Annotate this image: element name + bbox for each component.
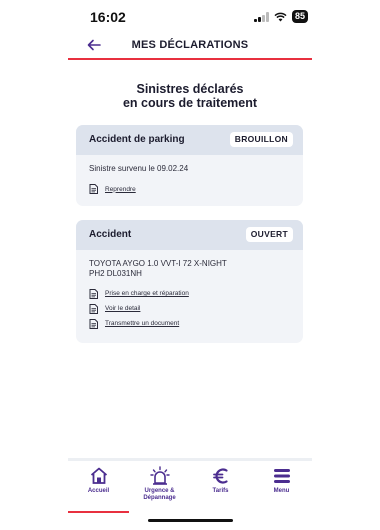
battery-icon: 85 (291, 10, 308, 23)
nav-label-tarifs: Tarifs (212, 488, 229, 494)
home-icon (90, 467, 107, 484)
euro-icon (212, 468, 228, 484)
claim-date-text: Sinistre survenu le 09.02.24 (89, 164, 189, 173)
signal-icon (254, 11, 269, 22)
nav-item-urgence[interactable]: Urgence & Dépannage (129, 466, 190, 502)
card-header: Accident de parking BROUILLON (76, 125, 303, 155)
send-document-link[interactable]: Transmettre un document (89, 316, 290, 331)
card-title: Accident (89, 229, 132, 240)
section-title-line2: en cours de traitement (122, 96, 258, 110)
details-link-label[interactable]: Voir le detail (105, 305, 140, 312)
section-title-line1: Sinistres déclarés (136, 82, 244, 96)
vehicle-model: TOYOTA AYGO 1.0 VVT-I 72 X-NIGHT (89, 259, 227, 268)
resume-link-label[interactable]: Reprendre (105, 186, 136, 193)
nav-item-menu[interactable]: Menu (251, 466, 312, 495)
nav-label-urgence-line2: Dépannage (143, 495, 176, 501)
emergency-icon (149, 466, 170, 485)
resume-link[interactable]: Reprendre (89, 182, 290, 197)
bottom-nav: Accueil Urgence & Dépannage Tarifs Menu (68, 458, 312, 518)
document-icon (89, 184, 98, 194)
document-icon (89, 288, 98, 299)
page-title: MES DÉCLARATIONS (131, 39, 249, 51)
status-badge: BROUILLON (229, 132, 293, 147)
nav-label-urgence: Urgence & Dépannage (129, 488, 190, 502)
wifi-icon (274, 12, 287, 21)
status-bar: 16:02 85 (0, 0, 380, 34)
status-badge: OUVERT (245, 227, 293, 242)
card-title: Accident de parking (89, 134, 185, 145)
status-time: 16:02 (90, 9, 126, 25)
menu-icon (273, 469, 290, 483)
nav-item-accueil[interactable]: Accueil (68, 466, 129, 513)
active-tab-indicator (68, 511, 129, 513)
vehicle-text: TOYOTA AYGO 1.0 VVT-I 72 X-NIGHT PH2 DL0… (89, 259, 290, 278)
repair-link[interactable]: Prise en charge et réparation (89, 286, 290, 301)
details-link[interactable]: Voir le detail (89, 301, 290, 316)
status-icons: 85 (254, 10, 308, 23)
card-body: Sinistre survenu le 09.02.24 Reprendre (76, 155, 303, 206)
nav-label-urgence-line1: Urgence & (144, 488, 175, 494)
document-icon (89, 318, 98, 329)
repair-link-label[interactable]: Prise en charge et réparation (105, 290, 189, 297)
nav-label-accueil: Accueil (87, 488, 110, 494)
document-icon (89, 303, 98, 314)
claim-card-accident[interactable]: Accident OUVERT TOYOTA AYGO 1.0 VVT-I 72… (76, 220, 303, 343)
card-body: TOYOTA AYGO 1.0 VVT-I 72 X-NIGHT PH2 DL0… (76, 250, 303, 341)
nav-item-tarifs[interactable]: Tarifs (190, 466, 251, 495)
page-header: MES DÉCLARATIONS (68, 34, 312, 60)
home-indicator (148, 519, 233, 522)
nav-label-menu: Menu (273, 488, 290, 494)
send-document-link-label[interactable]: Transmettre un document (105, 320, 179, 327)
claim-card-parking[interactable]: Accident de parking BROUILLON Sinistre s… (76, 125, 303, 206)
vehicle-plate: PH2 DL031NH (89, 268, 142, 278)
section-title: Sinistres déclarés en cours de traitemen… (68, 82, 312, 110)
card-header: Accident OUVERT (76, 220, 303, 250)
